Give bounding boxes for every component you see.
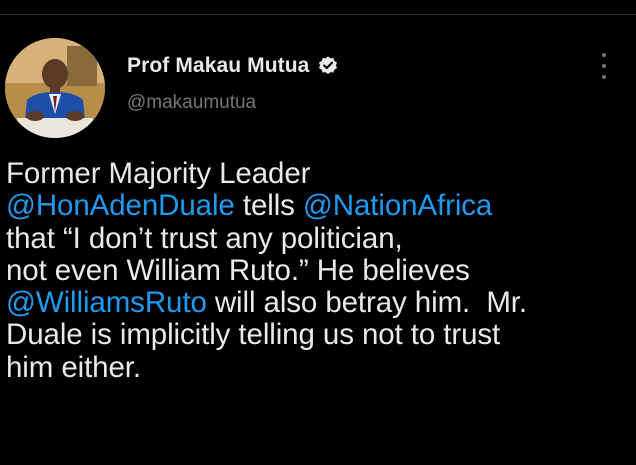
tweet-line: @WilliamsRuto will also betray him. Mr. (6, 287, 634, 319)
tweet-text: Former Majority Leader @HonAdenDuale tell… (6, 157, 634, 384)
tweet-line: @HonAdenDuale tells @NationAfrica (6, 190, 634, 222)
verified-badge-icon[interactable] (317, 55, 339, 77)
handle[interactable]: @makaumutua (127, 92, 339, 114)
tweet-line: him either. (6, 350, 634, 384)
tweet-line: not even William Ruto.” He believes (6, 253, 634, 287)
tweet-line: Duale is implicitly telling us not to tr… (6, 319, 634, 351)
tweet-text-segment: Duale is implicitly telling us not to tr… (6, 318, 501, 352)
tweet-line: Former Majority Leader (6, 157, 634, 190)
tweet-text-segment: him either. (6, 350, 141, 384)
avatar[interactable] (5, 38, 105, 138)
more-dot (602, 75, 606, 79)
mention-link[interactable]: @NationAfrica (303, 189, 492, 222)
tweet-text-segment: tells (234, 189, 303, 223)
mention-link[interactable]: @HonAdenDuale (6, 189, 235, 222)
avatar-image (5, 38, 105, 138)
name-row: Prof Makau Mutua (127, 52, 339, 80)
tweet-text-segment: Former Majority Leader (6, 157, 311, 190)
tweet-line: that “I don’t trust any politician, (6, 221, 634, 255)
display-name[interactable]: Prof Makau Mutua (127, 54, 309, 78)
tweet-text-segment: that “I don’t trust any politician, (6, 221, 403, 255)
tweet-text-segment: will also betray him. Mr. (206, 286, 527, 320)
tweet-author: Prof Makau Mutua @makaumutua (127, 52, 339, 114)
top-divider (0, 14, 636, 15)
more-vertical-icon[interactable] (596, 53, 612, 79)
tweet-text-segment: not even William Ruto.” He believes (6, 253, 470, 287)
more-dot (602, 64, 606, 68)
mention-link[interactable]: @WilliamsRuto (6, 286, 207, 319)
more-dot (602, 53, 606, 57)
